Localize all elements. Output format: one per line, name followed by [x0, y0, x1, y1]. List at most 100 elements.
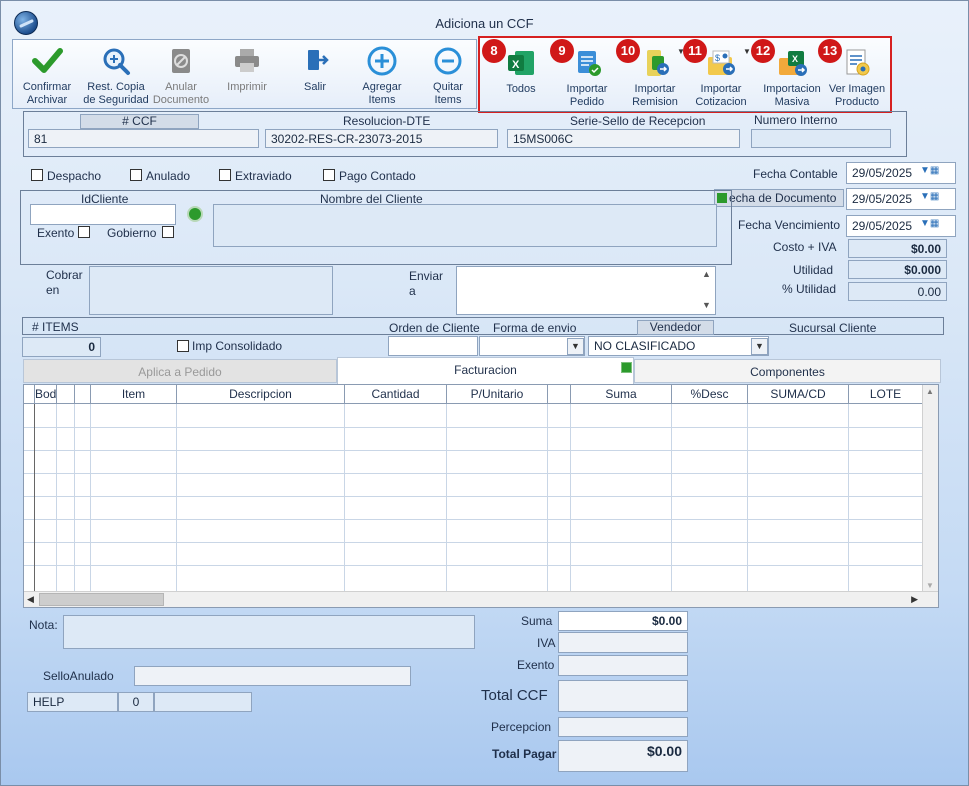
scroll-down-icon[interactable]: ▼ [702, 300, 711, 310]
remove-items-button[interactable]: Quitar Items [418, 46, 478, 107]
tab-componentes[interactable]: Componentes [634, 359, 941, 383]
id-cliente-field[interactable] [30, 204, 176, 225]
verify-client-icon[interactable] [187, 206, 203, 222]
fecha-contable-field[interactable]: 29/05/2025 [846, 162, 956, 184]
print-button[interactable]: Imprimir [217, 46, 277, 94]
grid-col-descripcion[interactable]: Descripcion [177, 385, 345, 404]
extraviado-label: Extraviado [235, 169, 292, 183]
imp-consolidado-checkbox[interactable] [177, 340, 189, 352]
confirm-archive-button[interactable]: Confirmar Archivar [17, 46, 77, 107]
grid-col-line [671, 404, 672, 592]
vendedor-select[interactable]: NO CLASIFICADO [588, 336, 769, 356]
calendar-icon[interactable]: ▼▦ [920, 191, 939, 202]
grid-col-line [34, 404, 35, 592]
pago-contado-checkbox[interactable] [323, 169, 335, 181]
percepcion-field [558, 717, 688, 737]
enviar-a-field[interactable] [456, 266, 716, 315]
help-field: HELP [27, 692, 118, 712]
gobierno-label: Gobierno [107, 226, 157, 240]
utilidad-field: $0.000 [848, 260, 947, 279]
grid-col-spacer[interactable] [75, 385, 91, 404]
serie-sello-field[interactable]: 15MS006C [507, 129, 740, 148]
window-title: Adiciona un CCF [435, 16, 534, 31]
quote-dropdown-icon[interactable]: ▼ [743, 47, 751, 56]
grid-col-flag[interactable] [57, 385, 75, 404]
scroll-thumb[interactable] [39, 593, 164, 606]
gobierno-checkbox[interactable] [162, 226, 174, 238]
pct-utilidad-label: % Utilidad [782, 282, 837, 296]
grid-vertical-scrollbar[interactable]: ▲ ▼ [922, 385, 938, 592]
calendar-icon[interactable]: ▼▦ [920, 165, 939, 176]
exento-checkbox[interactable] [78, 226, 90, 238]
grid-col-line [74, 404, 75, 592]
scroll-left-icon[interactable]: ◀ [27, 594, 34, 605]
tab-aplica-pedido[interactable]: Aplica a Pedido [23, 359, 337, 383]
numero-interno-label: Numero Interno [754, 113, 838, 127]
total-pagar-field: $0.00 [558, 740, 688, 772]
cobrar-label: Cobrar [46, 268, 83, 282]
ccf-number-field[interactable]: 81 [28, 129, 259, 148]
svg-text:$: $ [715, 53, 720, 63]
grid-horizontal-scrollbar[interactable]: ◀ ▶ [24, 591, 938, 607]
scroll-up-icon[interactable]: ▲ [926, 387, 934, 396]
grid-col-item[interactable]: Item [91, 385, 177, 404]
help-count-field: 0 [118, 692, 154, 712]
items-grid[interactable]: Bodega Item Descripcion Cantidad P/Unita… [23, 384, 939, 608]
callout-badge-12: 12 [751, 39, 775, 63]
grid-col-punitario[interactable]: P/Unitario [447, 385, 548, 404]
chevron-down-icon[interactable]: ▼ [567, 338, 584, 355]
magnify-plus-icon [100, 46, 132, 76]
fecha-vencimiento-label: Fecha Vencimiento [738, 218, 841, 232]
enviar-label: Enviar [409, 269, 444, 283]
extraviado-checkbox[interactable] [219, 169, 231, 181]
resolucion-field[interactable]: 30202-RES-CR-23073-2015 [265, 129, 498, 148]
grid-col-extra[interactable] [548, 385, 571, 404]
annul-document-icon [165, 46, 197, 76]
suma-label: Suma [521, 614, 553, 628]
nombre-cliente-field[interactable] [213, 204, 717, 247]
import-toolbar: X Todos Importar Pedido Importar Remisio… [478, 36, 892, 113]
nota-label: Nota: [29, 618, 58, 632]
svg-text:X: X [792, 54, 798, 64]
tab-facturacion[interactable]: Facturacion [337, 357, 634, 384]
add-items-button[interactable]: Agregar Items [352, 46, 412, 107]
fecha-documento-field[interactable]: 29/05/2025 [846, 188, 956, 210]
grid-col-bodega[interactable]: Bodega [35, 385, 57, 404]
help-extra-field [154, 692, 252, 712]
grid-col-line [56, 404, 57, 592]
grid-col-cantidad[interactable]: Cantidad [345, 385, 447, 404]
import-order-icon [571, 48, 603, 78]
enviar-label-2: a [409, 284, 416, 298]
restore-backup-button[interactable]: Rest. Copia de Seguridad [81, 46, 151, 107]
scroll-up-icon[interactable]: ▲ [702, 269, 711, 279]
scroll-down-icon[interactable]: ▼ [926, 581, 934, 590]
fecha-documento-label: echa de Documento [714, 189, 844, 207]
items-count-field: 0 [22, 337, 101, 357]
numero-interno-field[interactable] [751, 129, 891, 148]
annul-document-button[interactable]: Anular Documento [151, 46, 211, 107]
ccf-number-label: # CCF [80, 114, 199, 129]
anulado-checkbox[interactable] [130, 169, 142, 181]
sello-anulado-field[interactable] [134, 666, 411, 686]
sello-anulado-label: SelloAnulado [43, 669, 114, 683]
fecha-vencimiento-field[interactable]: 29/05/2025 [846, 215, 956, 237]
orden-cliente-field[interactable] [388, 336, 478, 356]
grid-col-suma-cd[interactable]: SUMA/CD [748, 385, 849, 404]
grid-col-desc[interactable]: %Desc [672, 385, 748, 404]
grid-row-line [24, 496, 923, 497]
iva-label: IVA [537, 636, 556, 650]
grid-col-line [344, 404, 345, 592]
grid-col-suma[interactable]: Suma [571, 385, 672, 404]
cobrar-en-field[interactable] [89, 266, 333, 315]
green-doc-icon [621, 362, 632, 373]
despacho-label: Despacho [47, 169, 102, 183]
despacho-checkbox[interactable] [31, 169, 43, 181]
grid-col-lote[interactable]: LOTE [849, 385, 923, 404]
scroll-right-icon[interactable]: ▶ [911, 594, 918, 605]
resolucion-label: Resolucion-DTE [343, 114, 431, 128]
callout-badge-9: 9 [550, 39, 574, 63]
chevron-down-icon[interactable]: ▼ [751, 338, 768, 355]
calendar-icon[interactable]: ▼▦ [920, 218, 939, 229]
exit-button[interactable]: Salir [285, 46, 345, 94]
nota-field[interactable] [63, 615, 475, 649]
